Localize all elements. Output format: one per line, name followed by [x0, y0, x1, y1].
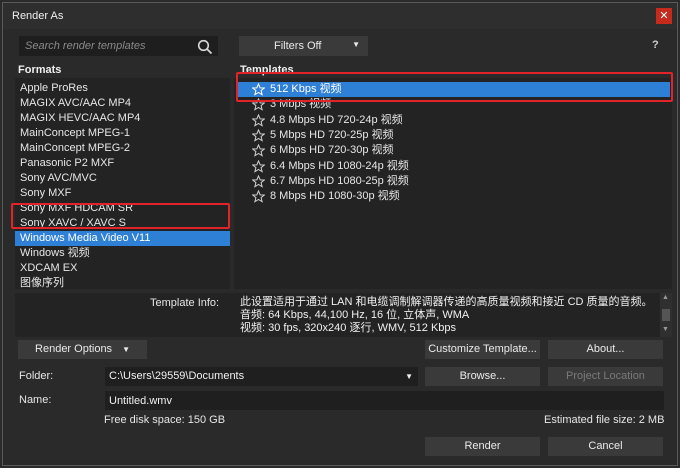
about-button[interactable]: About... — [548, 340, 663, 359]
search-box[interactable] — [19, 36, 218, 56]
format-item[interactable]: Sony MXF — [15, 186, 230, 201]
free-disk-space: Free disk space: 150 GB — [104, 414, 226, 426]
formats-header: Formats — [18, 64, 62, 76]
format-item[interactable]: MainConcept MPEG-2 — [15, 141, 230, 156]
filters-dropdown[interactable]: Filters Off ▼ — [239, 36, 368, 56]
estimated-file-size: Estimated file size: 2 MB — [544, 414, 665, 426]
project-location-button[interactable]: Project Location — [548, 367, 663, 386]
browse-button[interactable]: Browse... — [425, 367, 540, 386]
render-options-label: Render Options — [35, 343, 113, 355]
format-item[interactable]: MainConcept MPEG-1 — [15, 126, 230, 141]
format-item[interactable]: Panasonic P2 MXF — [15, 156, 230, 171]
template-label: 4.8 Mbps HD 720-24p 视频 — [270, 114, 403, 126]
star-outline-icon[interactable] — [252, 144, 265, 157]
template-info-line: 音频: 64 Kbps, 44,100 Hz, 16 位, 立体声, WMA — [240, 309, 470, 321]
template-item[interactable]: 6 Mbps HD 720-30p 视频 — [236, 143, 670, 158]
template-label: 6 Mbps HD 720-30p 视频 — [270, 144, 394, 156]
template-info-line: 视频: 30 fps, 320x240 逐行, WMV, 512 Kbps — [240, 322, 457, 334]
template-item[interactable]: 6.4 Mbps HD 1080-24p 视频 — [236, 159, 670, 174]
render-as-dialog: Render As ✕ Filters Off ▼ ? Formats Temp… — [2, 2, 678, 466]
template-info-panel: Template Info: 此设置适用于通过 LAN 和电缆调制解调器传递的高… — [15, 293, 672, 337]
template-label: 6.7 Mbps HD 1080-25p 视频 — [270, 175, 409, 187]
template-label: 6.4 Mbps HD 1080-24p 视频 — [270, 160, 409, 172]
format-item[interactable]: XDCAM EX — [15, 261, 230, 276]
highlight-box-template — [236, 72, 673, 102]
star-outline-icon[interactable] — [252, 160, 265, 173]
name-input[interactable] — [105, 391, 664, 410]
customize-template-button[interactable]: Customize Template... — [425, 340, 540, 359]
format-item[interactable]: MAGIX AVC/AAC MP4 — [15, 96, 230, 111]
template-item[interactable]: 6.7 Mbps HD 1080-25p 视频 — [236, 174, 670, 189]
search-icon[interactable] — [197, 39, 213, 55]
format-item[interactable]: Windows 视频 — [15, 246, 230, 261]
template-item[interactable]: 4.8 Mbps HD 720-24p 视频 — [236, 113, 670, 128]
format-item[interactable]: Apple ProRes — [15, 81, 230, 96]
filters-label: Filters Off — [274, 40, 322, 52]
templates-list[interactable]: 512 Kbps 视频 3 Mbps 视频 4.8 Mbps HD 720-24… — [234, 78, 672, 289]
template-label: 5 Mbps HD 720-25p 视频 — [270, 129, 394, 141]
star-outline-icon[interactable] — [252, 190, 265, 203]
template-label: 8 Mbps HD 1080-30p 视频 — [270, 190, 400, 202]
star-outline-icon[interactable] — [252, 114, 265, 127]
template-item[interactable]: 5 Mbps HD 720-25p 视频 — [236, 128, 670, 143]
format-item[interactable]: 图像序列 — [15, 276, 230, 291]
info-scrollbar[interactable]: ▲ ▼ — [660, 293, 672, 337]
chevron-down-icon: ▼ — [405, 372, 413, 381]
cancel-button[interactable]: Cancel — [548, 437, 663, 456]
scroll-up-icon[interactable]: ▲ — [662, 294, 669, 301]
folder-value: C:\Users\29559\Documents — [109, 370, 245, 382]
star-outline-icon[interactable] — [252, 129, 265, 142]
window-title: Render As — [12, 10, 64, 22]
chevron-down-icon: ▼ — [352, 40, 360, 49]
template-info-line: 此设置适用于通过 LAN 和电缆调制解调器传递的高质量视频和接近 CD 质量的音… — [240, 296, 653, 308]
name-label: Name: — [19, 394, 52, 406]
star-outline-icon[interactable] — [252, 175, 265, 188]
format-item[interactable]: Sony AVC/MVC — [15, 171, 230, 186]
format-item-selected[interactable]: Windows Media Video V11 — [15, 231, 230, 246]
template-info-text: 此设置适用于通过 LAN 和电缆调制解调器传递的高质量视频和接近 CD 质量的音… — [240, 296, 653, 335]
highlight-box-format — [11, 203, 230, 229]
template-info-label: Template Info: — [150, 297, 220, 309]
scroll-thumb[interactable] — [662, 309, 670, 321]
help-button[interactable]: ? — [652, 39, 659, 51]
title-bar: Render As ✕ — [3, 3, 677, 29]
chevron-down-icon: ▼ — [122, 345, 130, 354]
close-button[interactable]: ✕ — [656, 8, 672, 24]
formats-list[interactable]: Apple ProRes MAGIX AVC/AAC MP4 MAGIX HEV… — [15, 78, 230, 289]
folder-dropdown[interactable]: C:\Users\29559\Documents ▼ — [105, 367, 418, 386]
render-button[interactable]: Render — [425, 437, 540, 456]
folder-label: Folder: — [19, 370, 54, 382]
scroll-down-icon[interactable]: ▼ — [662, 326, 669, 333]
render-options-button[interactable]: Render Options ▼ — [18, 340, 147, 359]
template-item[interactable]: 8 Mbps HD 1080-30p 视频 — [236, 189, 670, 204]
search-input[interactable] — [20, 37, 190, 55]
format-item[interactable]: MAGIX HEVC/AAC MP4 — [15, 111, 230, 126]
